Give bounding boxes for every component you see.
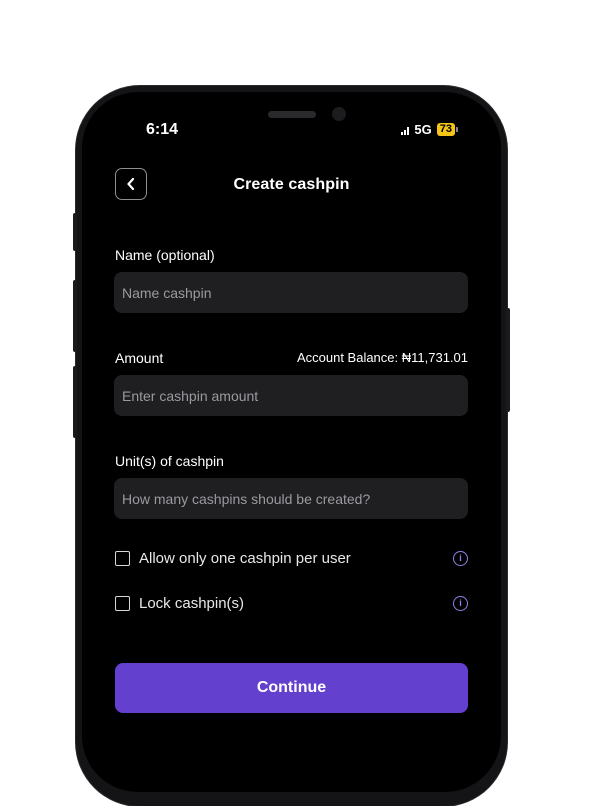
continue-button[interactable]: Continue <box>115 663 468 713</box>
side-button-power <box>506 308 510 412</box>
units-input[interactable] <box>114 478 468 519</box>
one-per-user-checkbox[interactable] <box>115 551 130 566</box>
one-per-user-label: Allow only one cashpin per user <box>139 550 351 567</box>
option-one-per-user[interactable]: Allow only one cashpin per user <box>115 550 351 567</box>
signal-icon <box>401 125 410 135</box>
account-balance: Account Balance: ₦11,731.01 <box>296 350 468 365</box>
network-label: 5G <box>414 122 432 137</box>
side-button-mute <box>73 213 77 251</box>
info-icon[interactable]: i <box>453 596 468 611</box>
status-time: 6:14 <box>146 121 179 138</box>
status-indicators: 5G 73 <box>401 122 459 137</box>
option-lock-cashpin[interactable]: Lock cashpin(s) <box>115 595 244 612</box>
page-title: Create cashpin <box>233 176 350 193</box>
battery-icon: 73 <box>436 123 459 136</box>
amount-input[interactable] <box>114 375 468 416</box>
name-input[interactable] <box>114 272 468 313</box>
name-label: Name (optional) <box>115 247 215 263</box>
speaker-grille <box>268 111 316 118</box>
phone-screen: 6:14 5G 73 Create cashpin Name (optional… <box>82 92 501 792</box>
lock-cashpin-label: Lock cashpin(s) <box>139 595 245 612</box>
amount-label: Amount <box>115 350 164 366</box>
front-camera <box>332 107 346 121</box>
side-button-volume-down <box>73 366 77 438</box>
units-label: Unit(s) of cashpin <box>115 453 224 469</box>
side-button-volume-up <box>73 280 77 352</box>
info-icon[interactable]: i <box>453 551 468 566</box>
lock-cashpin-checkbox[interactable] <box>115 596 130 611</box>
